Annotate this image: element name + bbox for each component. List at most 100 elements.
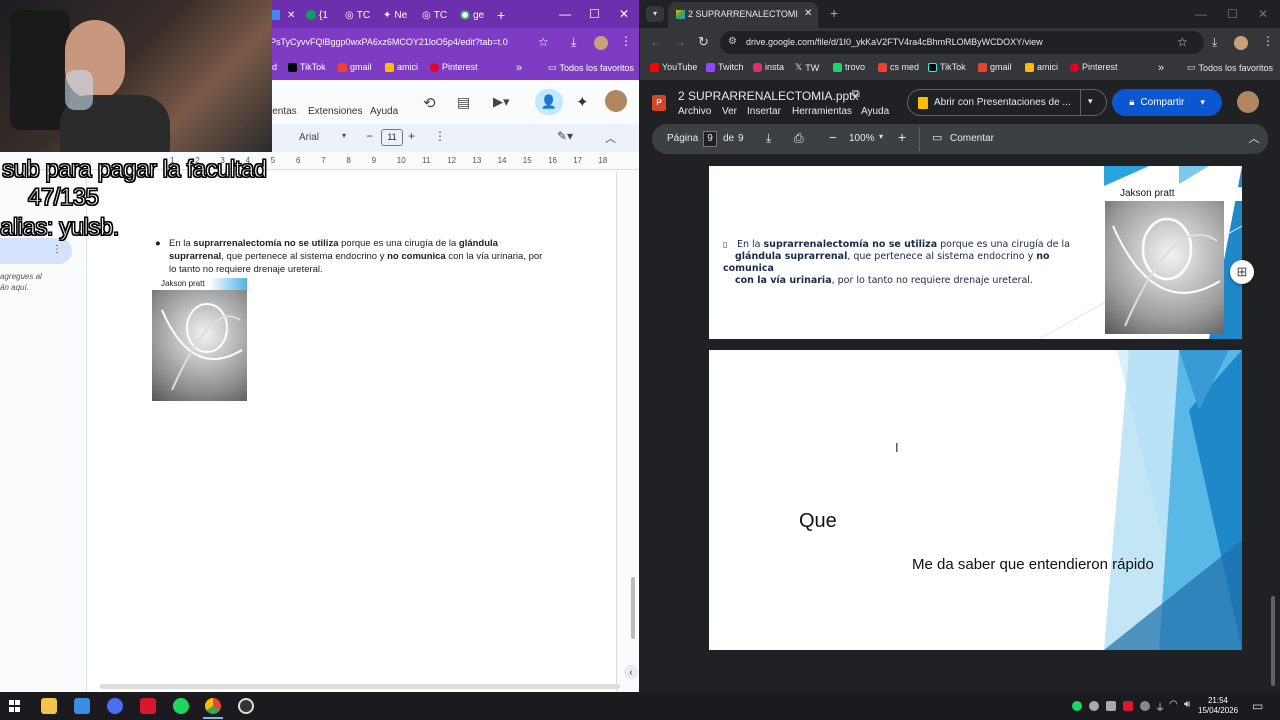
minimize-icon[interactable]: — [1195,7,1207,21]
maximize-icon[interactable]: ☐ [589,7,600,21]
bookmark-youtube[interactable]: YouTube [650,62,697,72]
bookmark-pinterest[interactable]: Pinterest [430,62,478,72]
site-info-icon[interactable]: ⚙ [728,36,737,47]
app-red-icon[interactable] [140,698,156,714]
url-field[interactable]: drive.google.com/file/d/1I0_ykKaV2FTV4ra… [746,37,1043,47]
move-folder-icon[interactable]: ⧉ [852,88,860,101]
bookmark-tiktok[interactable]: TikTok [928,62,966,72]
bookmark-trovo[interactable]: trovo [833,62,865,72]
tab-2[interactable]: ◎ TC [345,6,370,24]
tab-3[interactable]: ✦ Ne [383,6,407,24]
chevron-down-icon[interactable]: ▾ [879,132,883,141]
menu-help[interactable]: Ayuda [861,106,889,117]
download-icon[interactable]: ⤓ [766,131,771,146]
close-window-icon[interactable]: ✕ [619,7,629,21]
drive-tab-active[interactable]: 2 SUPRARRENALECTOMIA.pptx ✕ [668,2,818,28]
page-number-input[interactable]: 9 [703,131,717,147]
bookmark-insta[interactable]: insta [753,62,784,72]
file-explorer-icon[interactable] [41,698,57,714]
menu-help[interactable]: Ayuda [370,106,398,117]
doc-image[interactable]: Jakson pratt [152,278,247,401]
horizontal-scrollbar[interactable] [100,684,620,689]
bookmark-amici[interactable]: amici [1025,62,1058,72]
windows-start-icon[interactable] [9,700,21,712]
comments-icon[interactable]: ▤ [457,94,470,111]
chevron-down-icon[interactable]: ▾ [1088,96,1093,107]
account-avatar[interactable] [605,90,627,112]
minimize-icon[interactable]: — [559,7,571,21]
menu-file[interactable]: Archivo [678,106,711,117]
chevron-down-icon[interactable]: ▾ [342,131,346,140]
menu-extensions[interactable]: Extensiones [308,106,362,117]
more-bookmarks-icon[interactable]: » [1158,62,1164,74]
tray-spotify-icon[interactable] [1072,701,1082,711]
scrollbar[interactable] [1271,596,1275,686]
bookmark-gmail[interactable]: gmail [978,62,1012,72]
chrome-icon[interactable] [205,698,221,714]
docs-tab-active[interactable]: ✕ [272,6,295,24]
slide-8[interactable]: Jakson pratt ▯ En la suprarrenalectomía … [709,166,1242,339]
comment-button[interactable]: Comentar [950,133,994,144]
tab-search-icon[interactable]: ▾ [646,6,664,22]
notifications-icon[interactable]: ▭ [1252,699,1263,713]
tab-4[interactable]: ◎ TC [422,6,447,24]
tab-1[interactable]: {1 [306,6,328,24]
tray-usb-icon[interactable]: ⏚ [1155,699,1165,714]
bookmark-gmail[interactable]: gmail [338,62,372,72]
download-icon[interactable]: ⤓ [1212,35,1217,50]
profile-avatar[interactable] [594,36,608,50]
reload-icon[interactable]: ↻ [698,34,709,50]
pencil-icon[interactable]: ✎▾ [557,129,573,143]
app-icon[interactable] [107,698,123,714]
menu-view[interactable]: Ver [722,106,737,117]
clock[interactable]: 21:54 15/04/2026 [1198,696,1238,716]
tray-whatsapp-icon[interactable] [1089,701,1099,711]
kebab-menu-icon[interactable]: ⋮ [620,34,632,48]
history-icon[interactable]: ⟲ [423,94,436,112]
more-icon[interactable]: ⋮ [434,129,446,143]
new-tab-button[interactable]: + [830,5,838,21]
bookmark-tiktok[interactable]: TikTok [288,62,326,72]
back-icon[interactable]: ← [650,35,662,49]
url-field[interactable]: PsTyCyvvFQlBggp0wxPA6xz6MCOY21loO5p4/edi… [270,37,508,47]
slide-9[interactable]: Que Me da saber que entendieron rápido I [709,350,1242,650]
menu-tools[interactable]: ientas [270,106,297,117]
close-icon[interactable]: ✕ [287,10,295,21]
bookmark[interactable]: d [272,62,277,72]
store-icon[interactable] [74,698,90,714]
all-bookmarks[interactable]: ▭ Todos los favoritos [1187,62,1273,73]
bookmark-twitch[interactable]: Twitch [706,62,744,72]
omnibox[interactable]: ⚙ drive.google.com/file/d/1I0_ykKaV2FTV4… [720,31,1204,54]
share-button[interactable]: 🔒︎ Compartir ▾ [1112,89,1222,116]
collapse-icon[interactable]: ︿ [605,130,616,146]
volume-icon[interactable]: 🔊︎ [1184,699,1190,710]
gemini-icon[interactable]: ✦ [576,93,589,111]
zoom-out-icon[interactable]: − [829,130,837,145]
profile-avatar[interactable] [1234,36,1248,50]
decrease-size-icon[interactable]: − [366,129,373,143]
doc-bullet-paragraph[interactable]: ● En la suprarrenalectomía no se utiliza… [155,237,549,276]
add-comment-icon[interactable]: ⊞ [1230,260,1254,284]
star-icon[interactable]: ☆ [1177,35,1188,49]
zoom-select[interactable]: 100% [849,133,875,144]
meet-icon[interactable]: ▶▾ [493,94,510,110]
menu-insert[interactable]: Insertar [747,106,781,117]
font-size-input[interactable]: 11 [381,129,403,146]
open-with-button[interactable]: Abrir con Presentaciones de ... ▾ [907,89,1107,116]
obs-icon[interactable] [238,698,254,714]
share-person-icon[interactable]: 👤 [535,89,563,115]
more-bookmarks-icon[interactable]: » [516,62,522,74]
collapse-toolbar-icon[interactable]: ︿ [1240,124,1268,154]
forward-icon[interactable]: → [674,35,686,49]
bookmark-pinterest[interactable]: Pinterest [1070,62,1118,72]
chevron-down-icon[interactable]: ▾ [1200,97,1205,108]
wifi-icon[interactable]: ◠ [1169,699,1178,710]
download-icon[interactable]: ⤓ [571,35,576,50]
all-bookmarks[interactable]: ▭ Todos los favoritos [548,62,634,73]
print-icon[interactable]: ⎙ [794,131,804,146]
bookmark-csmed[interactable]: cs med [878,62,919,72]
account-avatar[interactable] [1237,91,1259,113]
scrollbar[interactable] [631,577,635,639]
increase-size-icon[interactable]: + [408,129,415,143]
font-select[interactable]: Arial [299,132,319,143]
